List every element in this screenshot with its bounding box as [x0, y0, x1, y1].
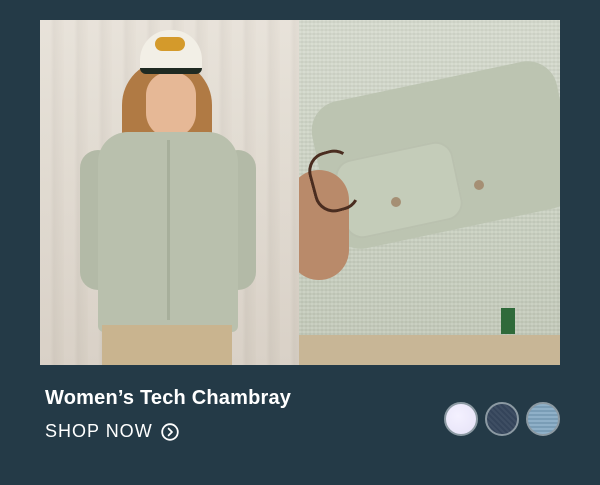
swatch-light-chambray[interactable] [526, 402, 560, 436]
swatch-white[interactable] [444, 402, 478, 436]
hero-images[interactable] [40, 20, 560, 365]
shop-now-label: SHOP NOW [45, 421, 153, 441]
arrow-right-circle-icon [160, 422, 179, 441]
cuff-button-icon [391, 197, 401, 207]
cuff-closeup-photo[interactable] [299, 20, 560, 365]
shop-now-link[interactable]: SHOP NOW [45, 421, 179, 442]
cap-patch-icon [155, 37, 185, 51]
model-face [146, 72, 196, 138]
product-title: Women’s Tech Chambray [45, 387, 292, 409]
swatch-navy[interactable] [485, 402, 519, 436]
sleeve-button-icon [474, 180, 484, 190]
model-pants [102, 325, 232, 365]
pants-closeup [299, 335, 560, 365]
color-swatches [444, 402, 560, 436]
shirt-placket [167, 140, 170, 320]
brand-tag-icon [501, 308, 515, 334]
model-photo[interactable] [40, 20, 299, 365]
